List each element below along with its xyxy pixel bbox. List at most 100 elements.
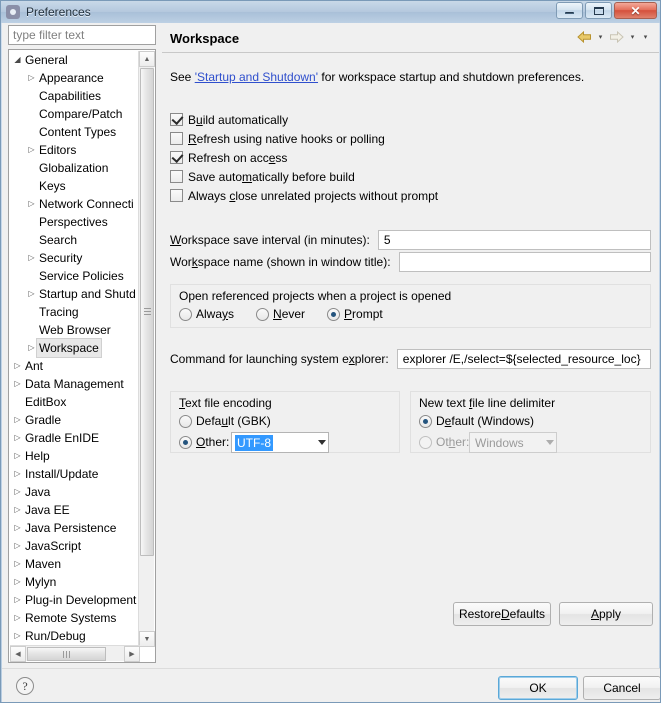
chevron-down-icon[interactable] bbox=[318, 439, 326, 445]
scroll-right-arrow-icon[interactable]: ▶ bbox=[124, 646, 140, 662]
sidebar-item-plug-in-development[interactable]: ▷ Plug-in Development bbox=[9, 591, 139, 609]
tree-expand-collapsed-icon[interactable]: ▷ bbox=[11, 429, 24, 447]
sidebar-item-capabilities[interactable]: Capabilities bbox=[9, 87, 139, 105]
checkbox-row[interactable]: Always close unrelated projects without … bbox=[170, 186, 438, 205]
tree-expand-open-icon[interactable]: ◢ bbox=[11, 51, 24, 69]
referenced-projects-option[interactable]: Never bbox=[256, 307, 305, 321]
sidebar-item-help[interactable]: ▷ Help bbox=[9, 447, 139, 465]
scroll-up-arrow-icon[interactable]: ▲ bbox=[139, 51, 155, 67]
tree-expand-collapsed-icon[interactable]: ▷ bbox=[11, 609, 24, 627]
sidebar-item-keys[interactable]: Keys bbox=[9, 177, 139, 195]
tree-expand-collapsed-icon[interactable]: ▷ bbox=[11, 483, 24, 501]
scroll-down-arrow-icon[interactable]: ▼ bbox=[139, 631, 155, 647]
sidebar-item-compare-patch[interactable]: Compare/Patch bbox=[9, 105, 139, 123]
tree-horizontal-scroll-thumb[interactable] bbox=[27, 647, 106, 661]
checkbox-row[interactable]: Save automatically before build bbox=[170, 167, 438, 186]
back-dropdown-icon[interactable]: ▾ bbox=[595, 29, 606, 45]
workspace-name-input[interactable] bbox=[398, 252, 651, 272]
referenced-projects-option[interactable]: Always bbox=[179, 307, 234, 321]
tree-expand-collapsed-icon[interactable]: ▷ bbox=[25, 249, 38, 267]
tree-expand-collapsed-icon[interactable]: ▷ bbox=[11, 537, 24, 555]
sidebar-item-workspace[interactable]: ▷ Workspace bbox=[9, 338, 139, 358]
tree-expand-collapsed-icon[interactable]: ▷ bbox=[11, 501, 24, 519]
sidebar-item-data-management[interactable]: ▷ Data Management bbox=[9, 375, 139, 393]
sidebar-item-editbox[interactable]: EditBox bbox=[9, 393, 139, 411]
sidebar-item-general[interactable]: ◢ General bbox=[9, 51, 139, 69]
sidebar-item-service-policies[interactable]: Service Policies bbox=[9, 267, 139, 285]
back-arrow-icon[interactable] bbox=[576, 29, 593, 45]
tree-expand-collapsed-icon[interactable]: ▷ bbox=[25, 141, 38, 159]
tree-horizontal-scrollbar[interactable]: ◀ ▶ bbox=[10, 645, 140, 662]
sidebar-item-java-persistence[interactable]: ▷ Java Persistence bbox=[9, 519, 139, 537]
maximize-button[interactable] bbox=[585, 2, 612, 19]
scroll-left-arrow-icon[interactable]: ◀ bbox=[10, 646, 26, 662]
sidebar-item-mylyn[interactable]: ▷ Mylyn bbox=[9, 573, 139, 591]
tree-expand-collapsed-icon[interactable]: ▷ bbox=[11, 357, 24, 375]
encoding-combo[interactable]: UTF-8 bbox=[231, 432, 329, 453]
cancel-button[interactable]: Cancel bbox=[583, 676, 660, 700]
sidebar-item-remote-systems[interactable]: ▷ Remote Systems bbox=[9, 609, 139, 627]
tree-expand-collapsed-icon[interactable]: ▷ bbox=[11, 591, 24, 609]
tree-vertical-scrollbar[interactable]: ▲ ▼ bbox=[138, 51, 155, 647]
checkbox-row[interactable]: Build automatically bbox=[170, 110, 438, 129]
sidebar-item-editors[interactable]: ▷ Editors bbox=[9, 141, 139, 159]
checkbox-row[interactable]: Refresh using native hooks or polling bbox=[170, 129, 438, 148]
preferences-tree[interactable]: ◢ General ▷ Appearance Capabilities Compare/P… bbox=[8, 49, 156, 663]
close-button[interactable]: ✕ bbox=[614, 2, 657, 19]
tree-vertical-scroll-thumb[interactable] bbox=[140, 68, 154, 556]
tree-expand-collapsed-icon[interactable]: ▷ bbox=[11, 519, 24, 537]
tree-expand-collapsed-icon[interactable]: ▷ bbox=[25, 69, 38, 87]
sidebar-item-gradle-enide[interactable]: ▷ Gradle EnIDE bbox=[9, 429, 139, 447]
referenced-projects-option[interactable]: Prompt bbox=[327, 307, 383, 321]
explorer-command-input[interactable]: explorer /E,/select=${selected_resource_… bbox=[396, 349, 651, 369]
sidebar-item-maven[interactable]: ▷ Maven bbox=[9, 555, 139, 573]
sidebar-item-appearance[interactable]: ▷ Appearance bbox=[9, 69, 139, 87]
tree-expand-collapsed-icon[interactable]: ▷ bbox=[25, 285, 38, 303]
help-icon[interactable]: ? bbox=[16, 677, 34, 695]
sidebar-item-gradle[interactable]: ▷ Gradle bbox=[9, 411, 139, 429]
tree-expand-collapsed-icon[interactable]: ▷ bbox=[11, 447, 24, 465]
delimiter-default-radio[interactable]: Default (Windows) bbox=[419, 414, 534, 428]
delimiter-combo[interactable]: Windows bbox=[469, 432, 557, 453]
ok-button[interactable]: OK bbox=[498, 676, 578, 700]
view-menu-icon[interactable]: ▾ bbox=[640, 29, 651, 45]
sidebar-item-install-update[interactable]: ▷ Install/Update bbox=[9, 465, 139, 483]
sidebar-item-run-debug[interactable]: ▷ Run/Debug bbox=[9, 627, 139, 645]
sidebar-item-web-browser[interactable]: Web Browser bbox=[9, 321, 139, 339]
tree-expand-collapsed-icon[interactable]: ▷ bbox=[11, 627, 24, 645]
sidebar-item-globalization[interactable]: Globalization bbox=[9, 159, 139, 177]
chevron-down-icon[interactable] bbox=[546, 439, 554, 445]
delimiter-other-radio[interactable]: Other: bbox=[419, 435, 469, 449]
minimize-button[interactable] bbox=[556, 2, 583, 19]
tree-expand-collapsed-icon[interactable]: ▷ bbox=[11, 465, 24, 483]
apply-button[interactable]: Apply bbox=[559, 602, 653, 626]
workspace-name-row: Workspace name (shown in window title): bbox=[170, 252, 651, 272]
sidebar-item-network-connecti[interactable]: ▷ Network Connecti bbox=[9, 195, 139, 213]
encoding-other-radio[interactable]: Other: bbox=[179, 435, 229, 449]
restore-defaults-button[interactable]: Restore Defaults bbox=[453, 602, 551, 626]
tree-expand-collapsed-icon[interactable]: ▷ bbox=[11, 555, 24, 573]
tree-expand-collapsed-icon[interactable]: ▷ bbox=[11, 411, 24, 429]
sidebar-item-java-ee[interactable]: ▷ Java EE bbox=[9, 501, 139, 519]
startup-shutdown-link[interactable]: 'Startup and Shutdown' bbox=[195, 70, 318, 84]
window-title-bar[interactable]: Preferences ✕ bbox=[1, 1, 660, 23]
tree-expand-collapsed-icon[interactable]: ▷ bbox=[25, 195, 38, 213]
sidebar-item-tracing[interactable]: Tracing bbox=[9, 303, 139, 321]
sidebar-item-ant[interactable]: ▷ Ant bbox=[9, 357, 139, 375]
tree-expand-collapsed-icon[interactable]: ▷ bbox=[11, 573, 24, 591]
sidebar-item-startup-and-shutd[interactable]: ▷ Startup and Shutd bbox=[9, 285, 139, 303]
sidebar-item-label: Startup and Shutd bbox=[39, 287, 136, 301]
checkbox-row[interactable]: Refresh on access bbox=[170, 148, 438, 167]
sidebar-item-java[interactable]: ▷ Java bbox=[9, 483, 139, 501]
encoding-default-radio[interactable]: Default (GBK) bbox=[179, 414, 271, 428]
sidebar-item-javascript[interactable]: ▷ JavaScript bbox=[9, 537, 139, 555]
sidebar-item-security[interactable]: ▷ Security bbox=[9, 249, 139, 267]
save-interval-input[interactable]: 5 bbox=[377, 230, 651, 250]
forward-arrow-icon[interactable] bbox=[608, 29, 625, 45]
sidebar-item-search[interactable]: Search bbox=[9, 231, 139, 249]
tree-expand-collapsed-icon[interactable]: ▷ bbox=[11, 375, 24, 393]
filter-input[interactable]: type filter text bbox=[8, 25, 156, 45]
forward-dropdown-icon[interactable]: ▾ bbox=[627, 29, 638, 45]
sidebar-item-content-types[interactable]: Content Types bbox=[9, 123, 139, 141]
sidebar-item-perspectives[interactable]: Perspectives bbox=[9, 213, 139, 231]
